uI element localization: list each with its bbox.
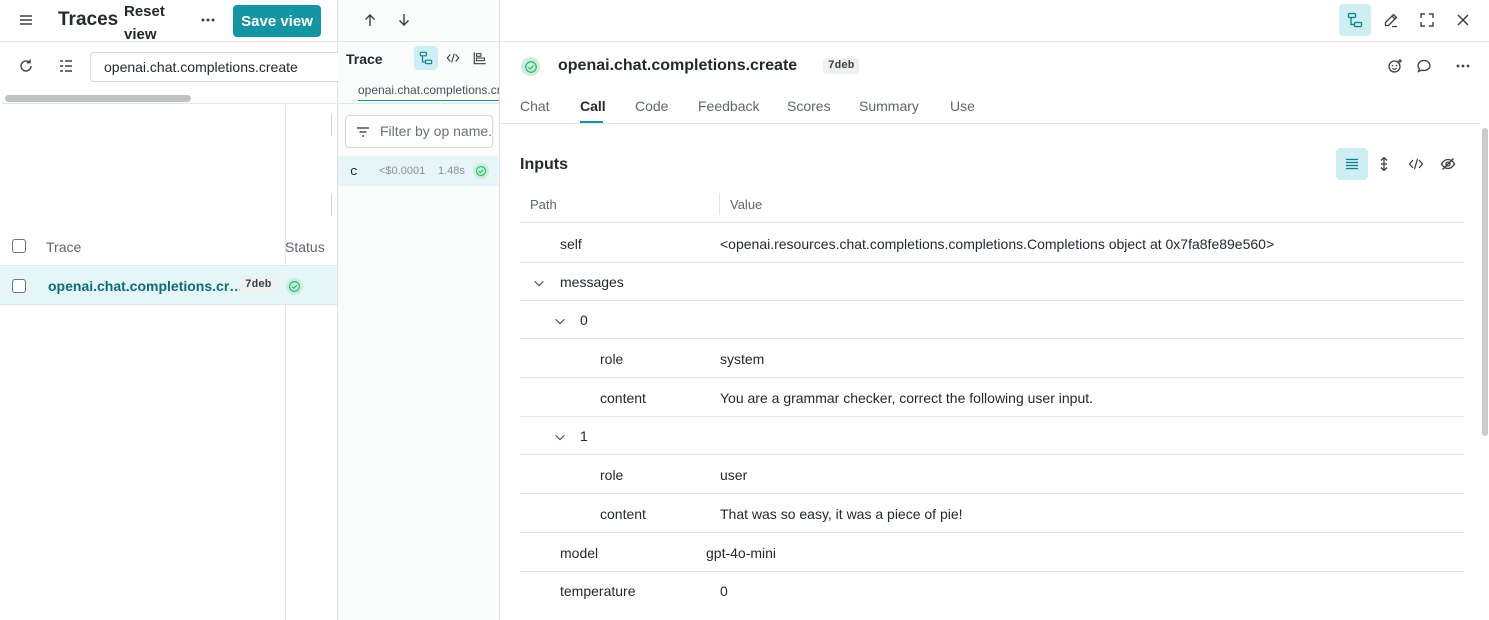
trace-root-tab[interactable]: openai.chat.completions.create: [358, 83, 499, 101]
column-resize-handle[interactable]: [331, 114, 332, 136]
select-all-checkbox[interactable]: [12, 239, 26, 253]
close-icon[interactable]: [1449, 6, 1477, 34]
reset-view-button[interactable]: Reset view: [124, 0, 176, 46]
path-value: 0: [720, 583, 728, 599]
active-tab-indicator: [580, 121, 603, 123]
table-row[interactable]: [520, 263, 1464, 301]
chevron-down-icon[interactable]: [553, 430, 567, 444]
column-header-status[interactable]: Status: [285, 239, 325, 255]
call-title: openai.chat.completions.create: [558, 57, 798, 74]
expand-rows-icon[interactable]: [1370, 150, 1398, 178]
table-row[interactable]: [520, 301, 1464, 339]
path-key: content: [600, 390, 646, 406]
menu-icon[interactable]: [12, 6, 40, 34]
trace-name-link[interactable]: openai.chat.completions.cr…: [48, 278, 243, 294]
columns-icon[interactable]: [52, 52, 80, 80]
column-header-trace[interactable]: Trace: [46, 239, 81, 255]
path-key: temperature: [560, 583, 636, 599]
tree-panel-toggle-icon[interactable]: [1339, 4, 1371, 36]
path-key: model: [560, 545, 599, 561]
tab-summary[interactable]: Summary: [859, 98, 919, 114]
table-view-icon[interactable]: [1336, 148, 1368, 180]
trace-id-badge: 7deb: [240, 277, 277, 293]
path-value: <openai.resources.chat.completions.compl…: [720, 236, 1275, 252]
success-status-icon: [521, 57, 540, 76]
tab-feedback[interactable]: Feedback: [698, 98, 759, 114]
refresh-icon[interactable]: [12, 52, 40, 80]
call-cost: <$0.0001: [379, 165, 426, 177]
column-divider: [285, 105, 286, 620]
tree-view-icon[interactable]: [414, 46, 438, 70]
column-divider: [719, 193, 720, 215]
path-key: messages: [560, 274, 624, 290]
add-reaction-icon[interactable]: [1381, 52, 1409, 80]
save-view-button[interactable]: Save view: [233, 5, 321, 37]
vertical-scrollbar[interactable]: [1482, 128, 1488, 436]
table-row[interactable]: [520, 417, 1464, 455]
more-options-icon[interactable]: [1449, 52, 1477, 80]
inputs-table-header: [520, 186, 1464, 223]
path-key: role: [600, 467, 624, 483]
tab-code[interactable]: Code: [635, 98, 668, 114]
more-options-icon[interactable]: [194, 6, 222, 34]
path-value: That was so easy, it was a piece of pie!: [720, 506, 963, 522]
success-status-icon: [473, 163, 489, 179]
chevron-down-icon[interactable]: [553, 314, 567, 328]
call-id-badge: 7deb: [823, 58, 860, 74]
fullscreen-icon[interactable]: [1413, 6, 1441, 34]
code-view-icon[interactable]: [441, 46, 465, 70]
table-row: [520, 533, 1464, 572]
table-row: [520, 455, 1464, 494]
filter-icon: [355, 124, 371, 140]
path-key: role: [600, 351, 624, 367]
traces-grid: [0, 105, 337, 620]
timeline-view-icon[interactable]: [468, 46, 492, 70]
path-value: user: [720, 467, 748, 483]
chevron-down-icon[interactable]: [532, 276, 546, 290]
tab-call[interactable]: Call: [580, 98, 606, 114]
path-key: 1: [580, 428, 588, 444]
path-value: gpt-4o-mini: [706, 545, 777, 561]
path-key: 0: [580, 312, 588, 328]
row-checkbox[interactable]: [12, 279, 26, 293]
trace-tree-title: Trace: [346, 51, 383, 67]
filter-placeholder: Filter by op name.: [380, 123, 493, 139]
inputs-section-title: Inputs: [520, 156, 568, 173]
path-value: system: [720, 351, 765, 367]
call-latency: 1.48s: [438, 165, 465, 177]
path-value: You are a grammar checker, correct the f…: [720, 390, 1094, 406]
tab-scores[interactable]: Scores: [787, 98, 831, 114]
table-row: [520, 494, 1464, 533]
table-row: [520, 339, 1464, 378]
call-op-label: c: [350, 164, 358, 179]
page-title: Traces: [58, 9, 119, 30]
hide-icon[interactable]: [1434, 150, 1462, 178]
column-resize-handle[interactable]: [331, 194, 332, 216]
tab-chat[interactable]: Chat: [520, 98, 550, 114]
column-header-value: Value: [730, 197, 763, 212]
column-header-path: Path: [530, 197, 557, 212]
success-status-icon: [286, 278, 303, 295]
arrow-up-icon[interactable]: [356, 6, 384, 34]
scrollbar-thumb[interactable]: [5, 95, 191, 102]
comment-icon[interactable]: [1410, 52, 1438, 80]
path-key: content: [600, 506, 646, 522]
code-view-icon[interactable]: [1402, 150, 1430, 178]
arrow-down-icon[interactable]: [390, 6, 418, 34]
search-input[interactable]: [90, 52, 350, 82]
path-key: self: [560, 236, 582, 252]
tab-use[interactable]: Use: [950, 98, 975, 114]
edit-icon[interactable]: [1377, 6, 1405, 34]
toolbar-divider: [338, 41, 1489, 42]
